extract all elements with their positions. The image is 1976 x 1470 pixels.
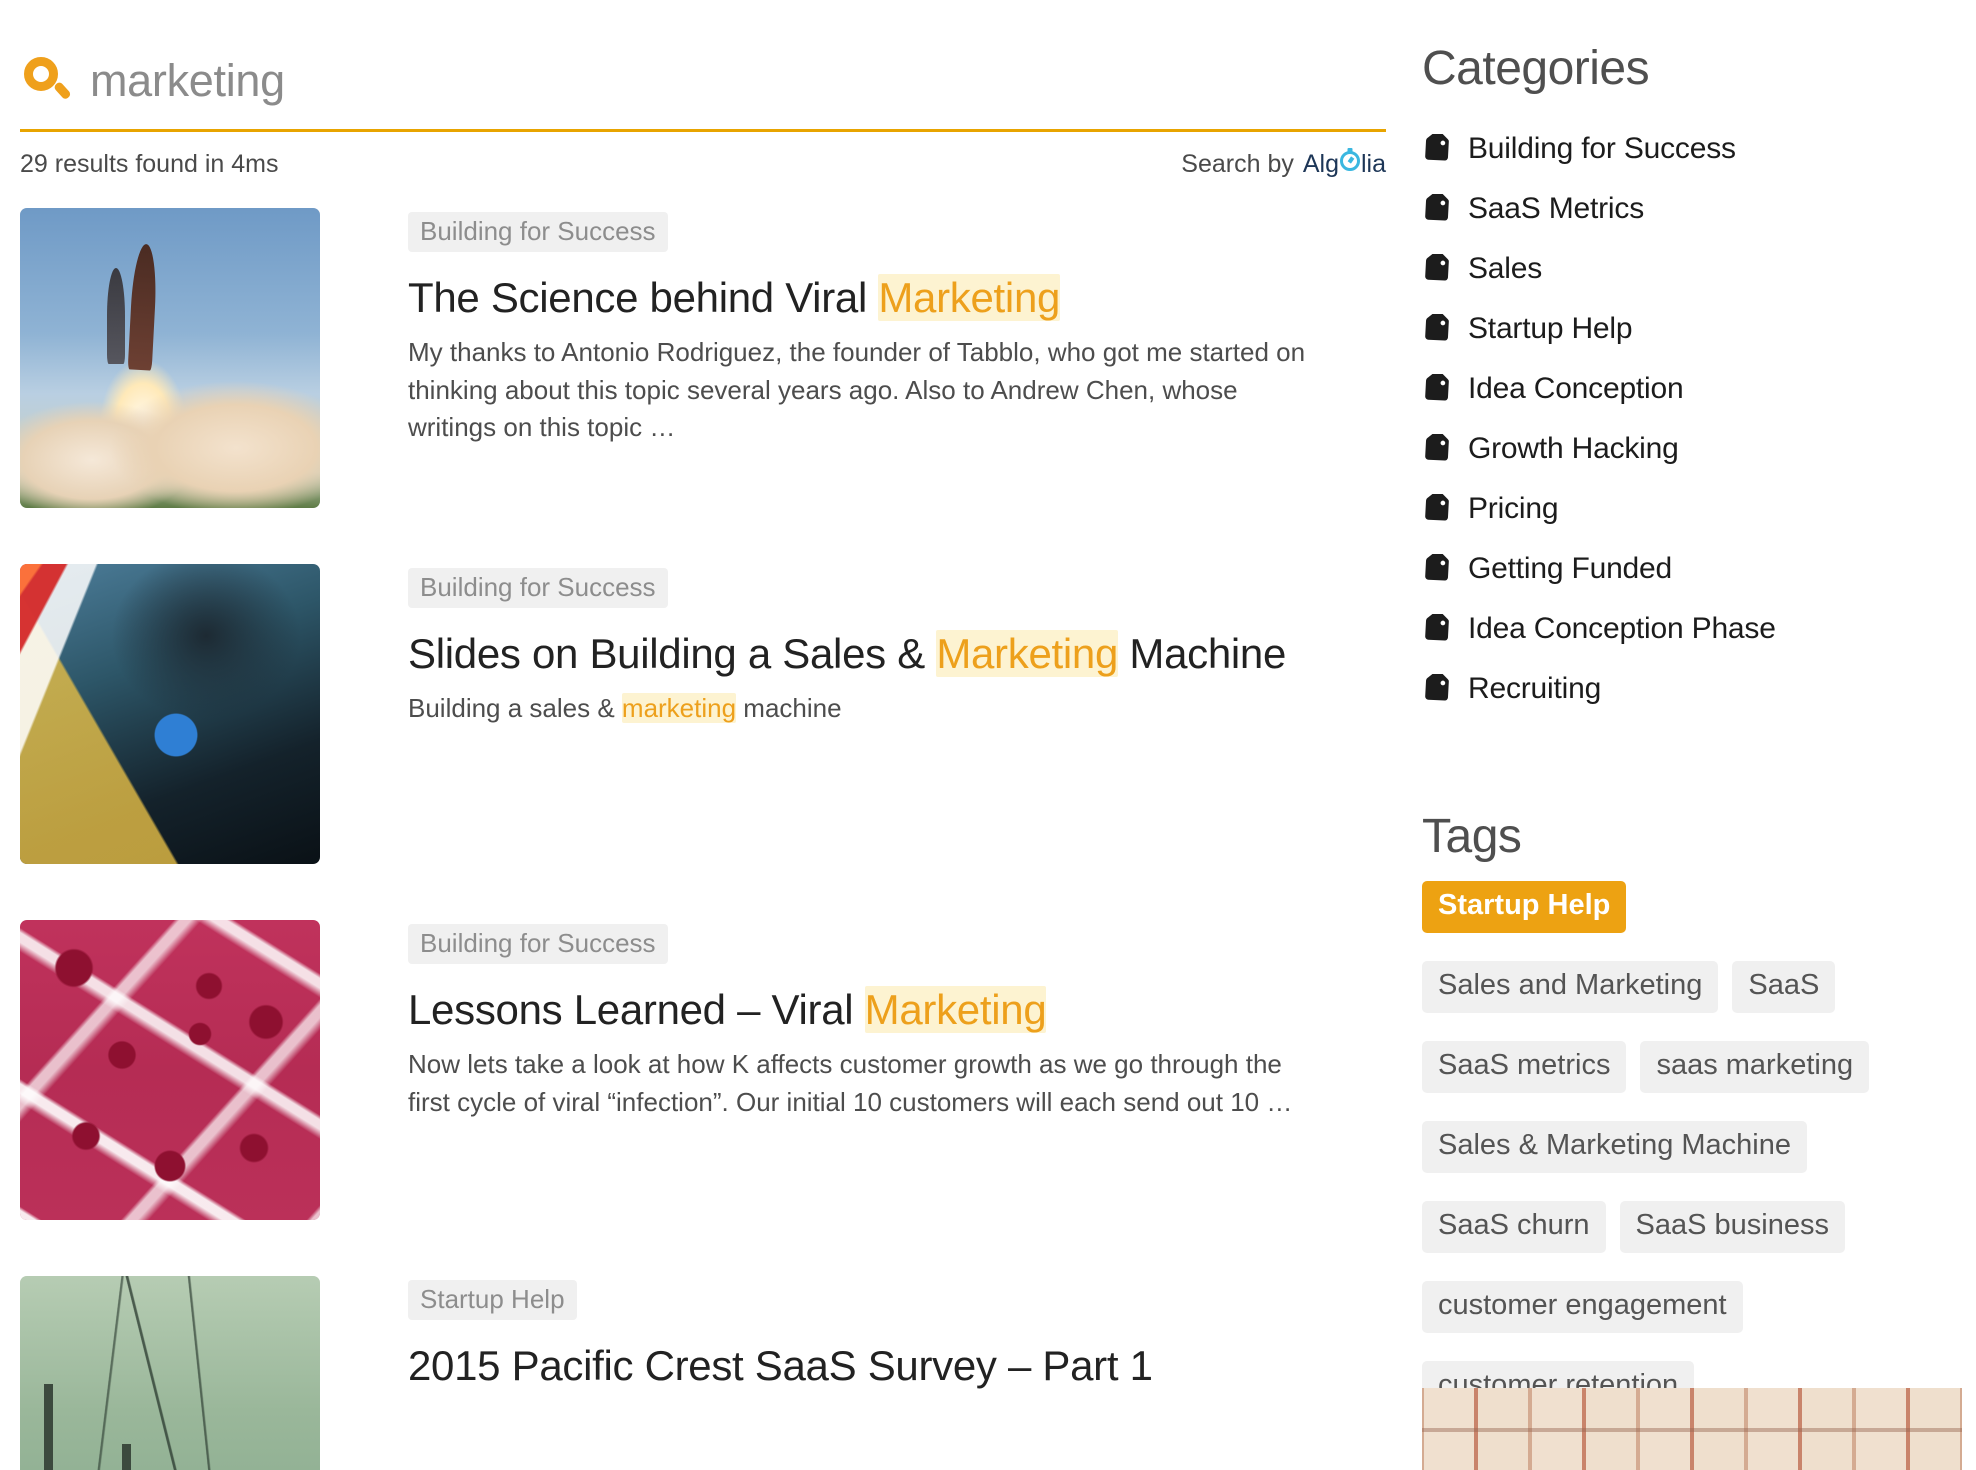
- result-item[interactable]: Startup Help 2015 Pacific Crest SaaS Surv…: [20, 1276, 1400, 1470]
- tag-pill-sales-and-marketing[interactable]: Sales and Marketing: [1422, 961, 1719, 1013]
- search-icon: [20, 55, 72, 107]
- price-tag-icon: [1422, 670, 1452, 704]
- category-label: Pricing: [1468, 492, 1559, 525]
- result-category-chip[interactable]: Startup Help: [408, 1280, 577, 1320]
- result-title[interactable]: The Science behind Viral Marketing: [408, 274, 1320, 321]
- result-body: Building for Success Lessons Learned – Vi…: [320, 920, 1320, 1220]
- title-highlight: Marketing: [864, 986, 1047, 1033]
- algolia-stopwatch-icon: [1339, 151, 1360, 171]
- sidebar-category-growth-hacking[interactable]: Growth Hacking: [1422, 419, 1976, 479]
- power-lines-thumbnail[interactable]: [20, 1276, 320, 1470]
- open-books-banner: [1422, 1388, 1962, 1470]
- facet-sidebar: Categories Building for Success SaaS Metr…: [1400, 0, 1976, 1470]
- sidebar-category-recruiting[interactable]: Recruiting: [1422, 659, 1976, 719]
- result-item[interactable]: Building for Success Lessons Learned – Vi…: [20, 920, 1400, 1220]
- search-input[interactable]: [90, 55, 1290, 107]
- price-tag-icon: [1422, 610, 1452, 644]
- result-snippet: Building a sales & marketing machine: [408, 693, 842, 724]
- price-tag-icon: [1422, 250, 1452, 284]
- algolia-logo-part-a: Alg: [1302, 150, 1339, 178]
- category-label: Building for Success: [1468, 132, 1736, 165]
- category-label: SaaS Metrics: [1468, 192, 1644, 225]
- categories-heading: Categories: [1422, 42, 1650, 95]
- results-list: Building for Success The Science behind V…: [20, 208, 1400, 1470]
- credit-prefix-label: Search by: [1181, 150, 1294, 178]
- tag-pill-saas-metrics[interactable]: SaaS metrics: [1422, 1041, 1627, 1093]
- search-results-page: 29 results found in 4ms Search by Alg li…: [0, 0, 1976, 1470]
- result-snippet: Now lets take a look at how K affects cu…: [408, 1049, 1293, 1117]
- tag-pill-sales-marketing-machine[interactable]: Sales & Marketing Machine: [1422, 1121, 1807, 1173]
- result-body: Building for Success The Science behind V…: [320, 208, 1320, 508]
- thumbnail-image: [20, 208, 320, 508]
- tag-pill-startup-help[interactable]: Startup Help: [1422, 881, 1627, 933]
- category-label: Growth Hacking: [1468, 432, 1679, 465]
- price-tag-icon: [1422, 370, 1452, 404]
- price-tag-icon: [1422, 550, 1452, 584]
- sidebar-category-pricing[interactable]: Pricing: [1422, 479, 1976, 539]
- tag-pill-saas-churn[interactable]: SaaS churn: [1422, 1201, 1606, 1253]
- space-shuttle-launch-thumbnail[interactable]: [20, 208, 320, 508]
- result-item[interactable]: Building for Success The Science behind V…: [20, 208, 1400, 508]
- algolia-logo-part-b: lia: [1360, 150, 1386, 178]
- result-category-chip[interactable]: Building for Success: [408, 568, 668, 608]
- price-tag-icon: [1422, 190, 1452, 224]
- title-highlight: Marketing: [878, 274, 1061, 321]
- result-body: Building for Success Slides on Building a…: [320, 564, 1320, 864]
- sidebar-category-idea-conception-phase[interactable]: Idea Conception Phase: [1422, 599, 1976, 659]
- price-tag-icon: [1422, 130, 1452, 164]
- price-tag-icon: [1422, 490, 1452, 524]
- category-label: Idea Conception Phase: [1468, 612, 1776, 645]
- result-body: Startup Help 2015 Pacific Crest SaaS Surv…: [320, 1276, 1320, 1470]
- category-label: Startup Help: [1468, 312, 1633, 345]
- cells-microscope-thumbnail[interactable]: [20, 920, 320, 1220]
- tag-pill-saas-business[interactable]: SaaS business: [1619, 1201, 1846, 1253]
- tags-list: Startup Help Sales and Marketing SaaS SaaS …: [1422, 881, 1922, 1427]
- category-label: Getting Funded: [1468, 552, 1673, 585]
- title-highlight: Marketing: [936, 630, 1119, 677]
- result-title[interactable]: Slides on Building a Sales & Marketing M…: [408, 630, 1320, 677]
- tag-pill-customer-engagement[interactable]: customer engagement: [1422, 1281, 1743, 1333]
- search-bar: [20, 55, 1386, 132]
- tag-pill-saas[interactable]: SaaS: [1732, 961, 1836, 1013]
- sidebar-category-saas-metrics[interactable]: SaaS Metrics: [1422, 179, 1976, 239]
- tag-pill-saas-marketing[interactable]: saas marketing: [1640, 1041, 1870, 1093]
- price-tag-icon: [1422, 430, 1452, 464]
- category-label: Recruiting: [1468, 672, 1602, 705]
- sidebar-category-startup-help[interactable]: Startup Help: [1422, 299, 1976, 359]
- result-category-chip[interactable]: Building for Success: [408, 212, 668, 252]
- algolia-credit[interactable]: Search by Alg lia: [1181, 150, 1386, 179]
- result-snippet: My thanks to Antonio Rodriguez, the foun…: [408, 337, 1306, 443]
- computer-hardware-thumbnail[interactable]: [20, 564, 320, 864]
- result-category-chip[interactable]: Building for Success: [408, 924, 668, 964]
- sidebar-category-idea-conception[interactable]: Idea Conception: [1422, 359, 1976, 419]
- main-content-column: 29 results found in 4ms Search by Alg li…: [0, 0, 1400, 1470]
- categories-list: Building for Success SaaS Metrics Sales Sta…: [1422, 119, 1976, 719]
- algolia-logo: Alg lia: [1303, 150, 1386, 179]
- category-label: Sales: [1468, 252, 1543, 285]
- result-title[interactable]: 2015 Pacific Crest SaaS Survey – Part 1: [408, 1342, 1320, 1389]
- thumbnail-image: [20, 920, 320, 1220]
- thumbnail-image: [20, 1276, 320, 1470]
- sidebar-category-sales[interactable]: Sales: [1422, 239, 1976, 299]
- category-label: Idea Conception: [1468, 372, 1684, 405]
- sidebar-category-getting-funded[interactable]: Getting Funded: [1422, 539, 1976, 599]
- sidebar-category-building-for-success[interactable]: Building for Success: [1422, 119, 1976, 179]
- search-stats-row: 29 results found in 4ms Search by Alg li…: [20, 150, 1386, 184]
- result-item[interactable]: Building for Success Slides on Building a…: [20, 564, 1400, 864]
- result-title[interactable]: Lessons Learned – Viral Marketing: [408, 986, 1320, 1033]
- results-count: 29 results found in 4ms: [20, 150, 279, 178]
- thumbnail-image: [20, 564, 320, 864]
- tags-heading: Tags: [1422, 810, 1522, 863]
- price-tag-icon: [1422, 310, 1452, 344]
- snippet-highlight: marketing: [621, 693, 737, 724]
